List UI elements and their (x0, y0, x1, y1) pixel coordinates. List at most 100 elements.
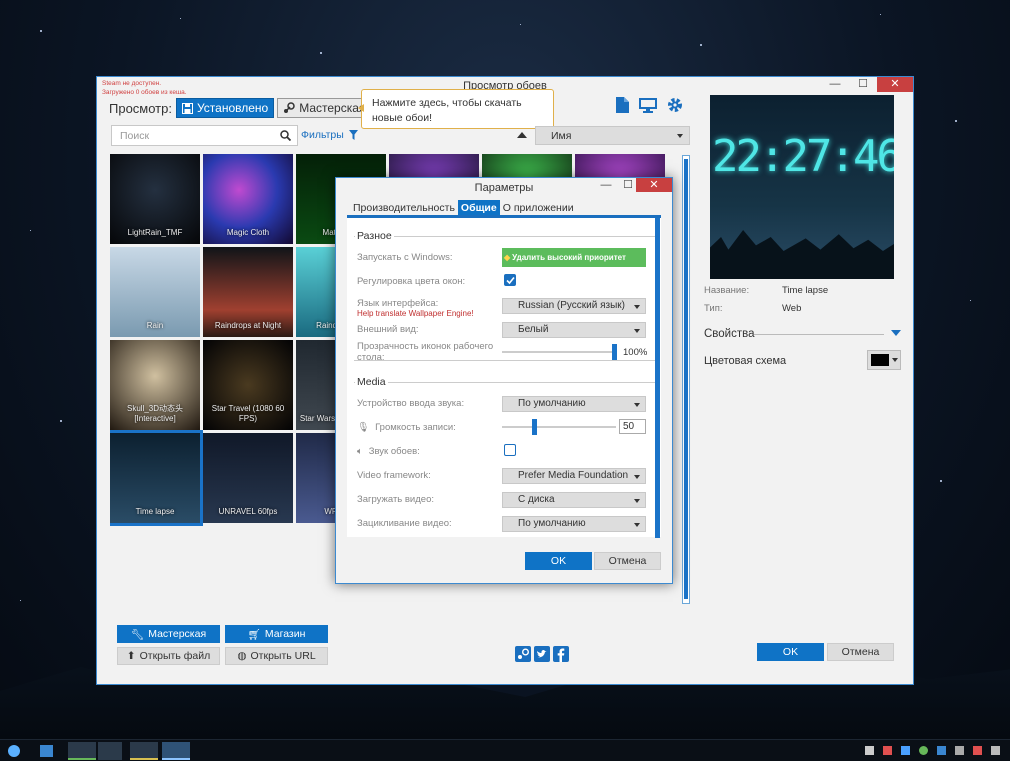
record-volume-row: 🎙︎ Громкость записи: (357, 422, 456, 433)
tab-installed[interactable]: Установлено (175, 98, 275, 118)
wallpaper-tile[interactable]: UNRAVEL 60fps (203, 433, 293, 523)
wallpaper-preview: 22:27:46 (710, 95, 894, 279)
wallpaper-sound-checkbox[interactable] (504, 444, 516, 456)
grid-scrollbar[interactable] (682, 155, 690, 604)
wallpaper-tile-label: Raindrops at Night (214, 321, 282, 330)
wallpaper-tile[interactable]: Star Travel (1080 60 FPS) (203, 340, 293, 430)
video-framework-select[interactable]: Prefer Media Foundation (502, 468, 646, 484)
general-settings-pane: Разное Запускать с Windows: ◆ Удалить вы… (347, 215, 661, 537)
tab-installed-label: Установлено (196, 101, 269, 115)
tray-icon-5[interactable] (937, 746, 946, 755)
audio-device-label: Устройство ввода звука: (357, 398, 465, 409)
wallpaper-sound-row: 🔈︎ Звук обоев: (357, 446, 420, 457)
taskbar (0, 739, 1010, 761)
startup-label: Запускать с Windows: (357, 252, 453, 263)
volume-icon[interactable] (991, 746, 1000, 755)
filters-button[interactable]: Фильтры (301, 129, 358, 141)
check-icon (505, 276, 515, 284)
taskbar-torrent-icon[interactable] (68, 742, 96, 760)
taskbar-app2-icon[interactable] (130, 742, 158, 760)
view-label: Просмотр: (109, 100, 172, 116)
dialog-scrollbar[interactable] (655, 218, 660, 538)
group-media-title: Media (355, 376, 388, 388)
minimize-button[interactable]: — (821, 77, 849, 92)
sort-direction-icon[interactable] (517, 132, 527, 138)
language-select[interactable]: Russian (Русский язык) (502, 298, 646, 314)
icon-transparency-slider[interactable] (502, 344, 617, 360)
maximize-button[interactable]: ☐ (849, 77, 877, 92)
dialog-cancel-button[interactable]: Отмена (594, 552, 661, 570)
window-color-checkbox[interactable] (504, 274, 516, 286)
search-icon (280, 130, 291, 141)
tray-icon-7[interactable] (973, 746, 982, 755)
load-video-select[interactable]: С диска (502, 492, 646, 508)
taskbar-explorer-icon[interactable] (98, 742, 122, 760)
tab-performance[interactable]: Производительность (350, 200, 458, 216)
steam-link-icon[interactable] (515, 646, 531, 662)
open-file-button[interactable]: ⬆ Открыть файл (117, 647, 220, 665)
wallpaper-tile[interactable]: Time lapse (110, 430, 203, 526)
tab-about[interactable]: О приложении (500, 200, 577, 216)
name-property: Название: Time lapse (704, 285, 829, 296)
record-volume-input[interactable]: 50 (619, 419, 646, 434)
tray-icon-6[interactable] (955, 746, 964, 755)
open-url-button[interactable]: ◍ Открыть URL (225, 647, 328, 665)
tab-general[interactable]: Общие (457, 200, 500, 216)
system-tray (865, 746, 1000, 755)
shield-icon: ◆ (504, 253, 511, 262)
settings-dialog: Параметры — ☐ ✕ Производительность Общие… (335, 177, 673, 584)
appearance-select[interactable]: Белый (502, 322, 646, 338)
tray-icon-2[interactable] (883, 746, 892, 755)
close-button[interactable]: ✕ (877, 77, 913, 92)
sort-select[interactable]: Имя (535, 126, 690, 145)
help-translate-link[interactable]: Help translate Wallpaper Engine! (357, 309, 474, 318)
steam-icon (284, 102, 295, 113)
search-input[interactable]: Поиск (111, 125, 298, 146)
tray-icon-4[interactable] (919, 746, 928, 755)
properties-section[interactable]: Свойства (704, 328, 755, 340)
wallpaper-tile[interactable]: Magic Cloth (203, 154, 293, 244)
speaker-icon: 🔈︎ (357, 446, 363, 457)
shop-button[interactable]: 🛒︎ Магазин (225, 625, 328, 643)
tray-icon-1[interactable] (865, 746, 874, 755)
color-scheme-picker[interactable] (867, 350, 901, 370)
twitter-icon[interactable] (534, 646, 550, 662)
type-value: Web (782, 303, 802, 314)
group-misc-title: Разное (355, 230, 394, 242)
wallpaper-tile-label: Time lapse (135, 507, 175, 516)
video-loop-select[interactable]: По умолчанию (502, 516, 646, 532)
wallpaper-tile[interactable]: LightRain_TMF (110, 154, 200, 244)
preview-clock: 22:27:46 (712, 131, 894, 182)
save-icon (181, 102, 193, 114)
facebook-icon[interactable] (553, 646, 569, 662)
record-volume-slider[interactable] (502, 419, 616, 435)
color-scheme-label: Цветовая схема (704, 355, 787, 367)
high-priority-button[interactable]: ◆ Удалить высокий приоритет (502, 248, 646, 267)
wallpaper-tile[interactable]: Skull_3D动态头 [Interactive] (110, 340, 200, 430)
taskbar-wallpaper-engine-icon[interactable] (162, 742, 190, 760)
wallpaper-tile-label: Skull_3D动态头 [Interactive] (126, 404, 183, 423)
upload-icon: ⬆ (126, 650, 136, 662)
wallpaper-tile-label: UNRAVEL 60fps (218, 507, 278, 516)
wallpaper-tile-label: Star Travel (1080 60 FPS) (211, 404, 285, 423)
cancel-button[interactable]: Отмена (827, 643, 894, 661)
open-file-icon[interactable] (615, 97, 629, 113)
filter-icon (348, 130, 358, 140)
display-icon[interactable] (639, 97, 657, 113)
bluetooth-icon[interactable] (901, 746, 910, 755)
appearance-label: Внешний вид: (357, 324, 419, 335)
ok-button[interactable]: OK (757, 643, 824, 661)
dialog-close-button[interactable]: ✕ (636, 178, 672, 192)
audio-device-select[interactable]: По умолчанию (502, 396, 646, 412)
video-framework-label: Video framework: (357, 470, 431, 481)
workshop-button[interactable]: 🔧︎ Мастерская (117, 625, 220, 643)
gear-icon[interactable] (667, 97, 683, 113)
wallpaper-tile[interactable]: Rain (110, 247, 200, 337)
load-video-label: Загружать видео: (357, 494, 434, 505)
wallpaper-tile[interactable]: Raindrops at Night (203, 247, 293, 337)
dialog-ok-button[interactable]: OK (525, 552, 592, 570)
properties-collapse-icon[interactable] (891, 330, 901, 336)
taskbar-app-icon[interactable] (40, 745, 53, 757)
start-icon[interactable] (8, 745, 20, 757)
wallpaper-tile-label: Magic Cloth (226, 228, 270, 237)
